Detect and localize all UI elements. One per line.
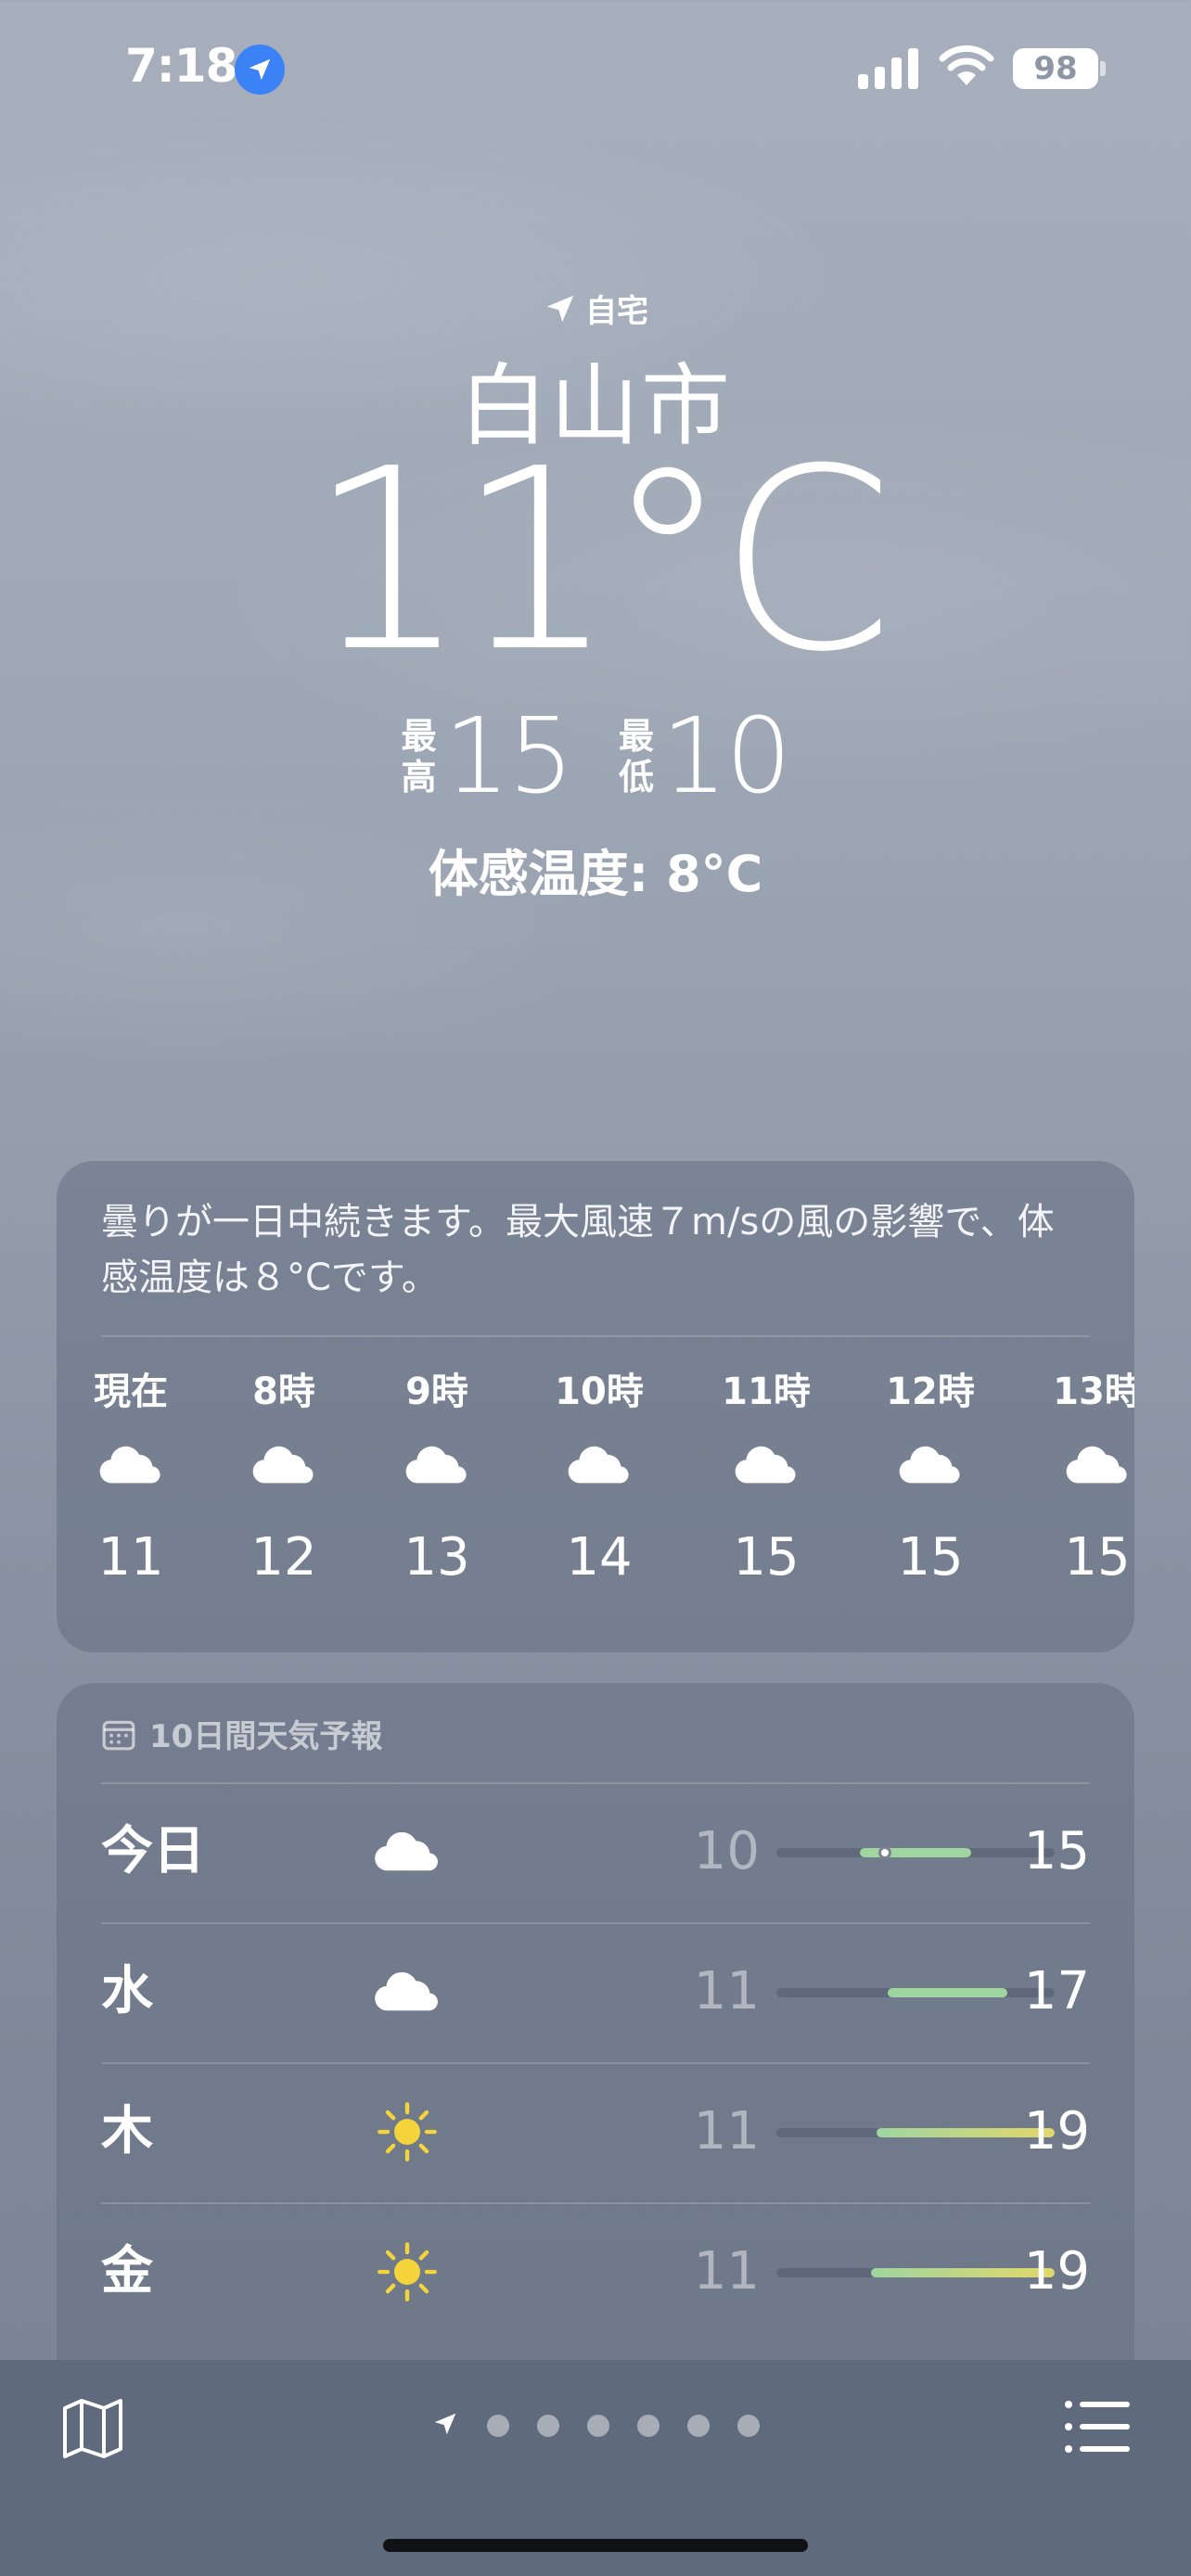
day-row: 木 11 19 (101, 2062, 1090, 2201)
hour-temp: 14 (566, 1527, 633, 1588)
day-high: 15 (1023, 1821, 1090, 1881)
sun-icon (370, 2235, 444, 2309)
cloud-icon (372, 1419, 502, 1511)
cloud-icon (370, 1815, 444, 1889)
page-dot[interactable] (537, 2415, 559, 2437)
home-label-text: 自宅 (585, 293, 648, 330)
current-temperature: 11°C (308, 414, 893, 707)
hourly-scroll[interactable]: 現在 11 8時 12 9時 13 10時 14 11時 15 12時 15 13時 15 (57, 1365, 1134, 1643)
hour-temp: 12 (250, 1527, 317, 1588)
page-dot[interactable] (687, 2415, 710, 2437)
day-name: 水 (101, 1961, 153, 2021)
hour-label: 13時 (1053, 1371, 1134, 1413)
hour-label: 8時 (252, 1371, 315, 1413)
day-low: 10 (693, 1821, 760, 1881)
day-name: 木 (101, 2101, 153, 2162)
day-low: 11 (693, 2101, 760, 2162)
high-temperature: 15 (443, 696, 574, 817)
hour-item: 10時 14 (534, 1365, 664, 1604)
battery-indicator: 98 (1013, 48, 1098, 89)
hour-label: 9時 (405, 1371, 468, 1413)
hourly-forecast-card[interactable]: 曇りが一日中続きます。最大風速７m/sの風の影響で、体感温度は８°Cです。 現在… (57, 1161, 1134, 1652)
current-location-page-icon[interactable] (431, 2410, 459, 2442)
hour-item: 9時 13 (372, 1365, 502, 1604)
day-high: 19 (1023, 2241, 1090, 2302)
feels-like: 体感温度: 8°C (428, 845, 763, 903)
temperature-range-bar (776, 1988, 1055, 1997)
day-row: 水 11 17 (101, 1922, 1090, 2061)
location-arrow-icon (546, 295, 574, 322)
status-bar: 7:18 98 (0, 0, 1191, 139)
day-low: 11 (693, 2241, 760, 2302)
cellular-signal-icon (858, 48, 918, 89)
day-low: 11 (693, 1961, 760, 2021)
ten-day-header: 10日間天気予報 (101, 1711, 382, 1756)
high-low-row: 最 高 15 最 低 10 (0, 705, 1191, 809)
hour-item: 現在 11 (66, 1365, 196, 1604)
page-dot[interactable] (487, 2415, 509, 2437)
hour-temp: 13 (403, 1527, 470, 1588)
hour-item: 8時 12 (219, 1365, 349, 1604)
hour-label: 12時 (886, 1371, 975, 1413)
day-name: 今日 (101, 1821, 205, 1881)
hour-item: 13時 15 (1032, 1365, 1134, 1604)
day-high: 17 (1023, 1961, 1090, 2021)
wifi-icon (939, 45, 994, 85)
weather-summary: 曇りが一日中続きます。最大風速７m/sの風の影響で、体感温度は８°Cです。 (101, 1201, 1055, 1299)
temperature-range-bar (776, 2268, 1055, 2277)
calendar-icon (102, 1720, 135, 1750)
high-group: 最 高 15 (401, 696, 574, 817)
hour-temp: 15 (1064, 1527, 1131, 1588)
ten-day-title: 10日間天気予報 (149, 1718, 383, 1755)
temperature-range-bar (776, 2128, 1055, 2137)
cloud-icon (701, 1419, 831, 1511)
day-high: 19 (1023, 2101, 1090, 2162)
cloud-icon (865, 1419, 995, 1511)
hour-item: 11時 15 (701, 1365, 831, 1604)
home-indicator[interactable] (383, 2539, 808, 2552)
hour-temp: 11 (97, 1527, 164, 1588)
day-row: 今日 10 15 (101, 1782, 1090, 1921)
low-temperature: 10 (661, 696, 792, 817)
day-row: 金 11 19 (101, 2202, 1090, 2341)
hour-item: 12時 15 (865, 1365, 995, 1604)
cloud-icon (534, 1419, 664, 1511)
hour-temp: 15 (733, 1527, 800, 1588)
page-indicator[interactable] (0, 2410, 1191, 2442)
list-icon[interactable] (1063, 2397, 1132, 2456)
low-label: 最 低 (619, 716, 655, 797)
page-dot[interactable] (637, 2415, 660, 2437)
divider (101, 1335, 1090, 1337)
cloud-icon (66, 1419, 196, 1511)
temperature-range-fill (860, 1848, 971, 1857)
hour-label: 現在 (94, 1371, 168, 1413)
cloud-icon (219, 1419, 349, 1511)
status-time: 7:18 (125, 39, 237, 93)
sun-icon (370, 2095, 444, 2169)
page-dot[interactable] (737, 2415, 760, 2437)
cloud-icon (1032, 1419, 1134, 1511)
temperature-range-bar (776, 1846, 1055, 1859)
location-arrow-icon (235, 45, 285, 95)
cloud-icon (370, 1955, 444, 2029)
high-label: 最 高 (401, 716, 437, 797)
current-temp-marker (877, 1846, 891, 1859)
hour-label: 10時 (555, 1371, 644, 1413)
hour-label: 11時 (722, 1371, 811, 1413)
low-group: 最 低 10 (619, 696, 792, 817)
home-location-label: 自宅 (0, 286, 1191, 331)
battery-cap (1100, 61, 1106, 76)
hour-temp: 15 (897, 1527, 964, 1588)
day-name: 金 (101, 2241, 153, 2302)
temperature-range-fill (888, 1988, 1007, 1997)
page-dot[interactable] (587, 2415, 609, 2437)
